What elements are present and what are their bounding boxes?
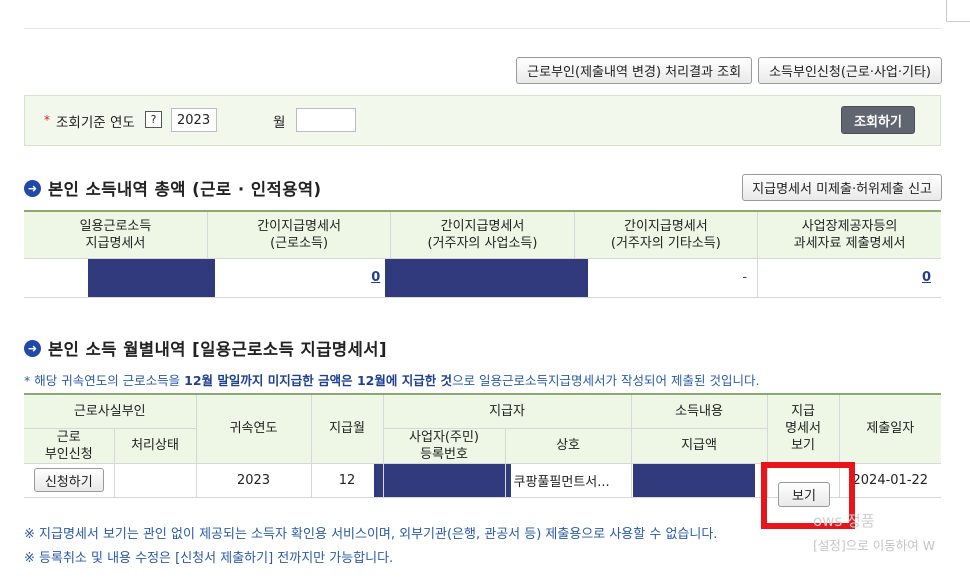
redacted-block (373, 463, 511, 497)
income-denial-request-button[interactable]: 소득부인신청(근로·사업·기타) (758, 57, 942, 84)
table-header-row: 근로사실부인 귀속연도 지급월 지급자 소득내용 지급 명세서 보기 제출일자 (24, 393, 942, 464)
col-denial-group: 근로사실부인 (24, 393, 197, 429)
col-payer-name: 상호 (504, 427, 632, 464)
redacted-block (88, 258, 215, 297)
arrow-right-icon: ➜ (24, 339, 41, 357)
cell-daily-wage (24, 257, 215, 298)
cell-month: 12 (310, 462, 384, 498)
cell-amount (630, 462, 768, 498)
section-total-heading: 본인 소득내역 총액 (근로 · 인적용역) (48, 180, 322, 199)
cell-apply: 신청하기 (24, 462, 115, 498)
section-total-title: ➜ 본인 소득내역 총액 (근로 · 인적용역) (24, 176, 322, 200)
month-label: 월 (273, 115, 286, 131)
col-payer-group: 지급자 (382, 393, 632, 429)
cell-payer-name: 쿠팡풀필먼트서... (504, 462, 632, 498)
col-daily-wage: 일용근로소득 지급명세서 (24, 210, 208, 259)
col-year: 귀속연도 (195, 393, 312, 464)
footnote-item: ※ 등록취소 및 내용 수정은 [신청서 제출하기] 전까지만 가능합니다. (24, 551, 394, 566)
year-input[interactable] (171, 108, 217, 132)
top-button-group: 근로부인(제출내역 변경) 처리결과 조회 소득부인신청(근로·사업·기타) (516, 57, 942, 84)
section-monthly-title: ➜ 본인 소득 월별내역 [일용근로소득 지급명세서] (24, 336, 387, 360)
section-monthly-heading: 본인 소득 월별내역 [일용근로소득 지급명세서] (48, 340, 387, 359)
notice-text: * 해당 귀속연도의 근로소득을 12월 말일까지 미지급한 금액은 12월에 … (24, 373, 760, 388)
cell-payer-id (373, 462, 511, 498)
col-simple-wage: 간이지급명세서 (근로소득) (206, 210, 392, 259)
col-simple-business: 간이지급명세서 (거주자의 사업소득) (390, 210, 575, 259)
table-row: 0 - 0 (24, 257, 941, 298)
cell-year: 2023 (195, 462, 312, 498)
cell-simple-business (385, 257, 588, 298)
table-header-row: 일용근로소득 지급명세서 간이지급명세서 (근로소득) 간이지급명세서 (거주자의 사… (24, 210, 941, 259)
col-view: 지급 명세서 보기 (766, 393, 840, 464)
col-amount: 지급액 (630, 427, 768, 464)
col-status: 처리상태 (113, 427, 197, 464)
col-income-group: 소득내용 (630, 393, 768, 429)
year-label: 조회기준 연도 (56, 115, 135, 131)
col-workplace-provider: 사업장제공자등의 과세자료 제출명세서 (757, 210, 941, 259)
activation-watermark: ows 정품 (813, 512, 875, 530)
month-input[interactable] (296, 108, 356, 132)
cell-workplace-provider[interactable]: 0 (757, 257, 941, 298)
arrow-right-icon: ➜ (24, 179, 41, 197)
col-payer-id: 사업자(주민) 등록번호 (382, 427, 506, 464)
report-button[interactable]: 지급명세서 미제출·허위제출 신고 (742, 174, 942, 201)
window-corner (946, 0, 970, 22)
activation-watermark-sub: [설정]으로 이동하여 W (813, 538, 936, 553)
result-inquiry-button[interactable]: 근로부인(제출내역 변경) 처리결과 조회 (516, 57, 753, 84)
footnotes: ※ 지급명세서 보기는 관인 없이 제공되는 소득자 확인용 서비스이며, 외부… (24, 523, 717, 571)
view-statement-button[interactable]: 보기 (778, 482, 830, 507)
col-denial-apply: 근로 부인신청 (24, 427, 115, 464)
help-icon[interactable]: ? (145, 111, 162, 128)
col-simple-other: 간이지급명세서 (거주자의 기타소득) (573, 210, 759, 259)
footnote-item: ※ 지급명세서 보기는 관인 없이 제공되는 소득자 확인용 서비스이며, 외부… (24, 527, 718, 542)
apply-button[interactable]: 신청하기 (33, 468, 104, 492)
required-mark: * (44, 113, 50, 127)
top-divider (24, 28, 941, 29)
search-panel: * 조회기준 연도 ? 월 조회하기 (24, 95, 941, 146)
col-month: 지급월 (310, 393, 384, 464)
query-button[interactable]: 조회하기 (841, 106, 915, 134)
cell-simple-wage[interactable]: 0 (206, 257, 392, 298)
cell-status (113, 462, 197, 498)
col-date: 제출일자 (838, 393, 942, 464)
redacted-block (632, 463, 755, 497)
income-total-table: 일용근로소득 지급명세서 간이지급명세서 (근로소득) 간이지급명세서 (거주자의 사… (24, 210, 941, 298)
cell-simple-other: - (573, 257, 759, 298)
redacted-block (385, 258, 588, 297)
